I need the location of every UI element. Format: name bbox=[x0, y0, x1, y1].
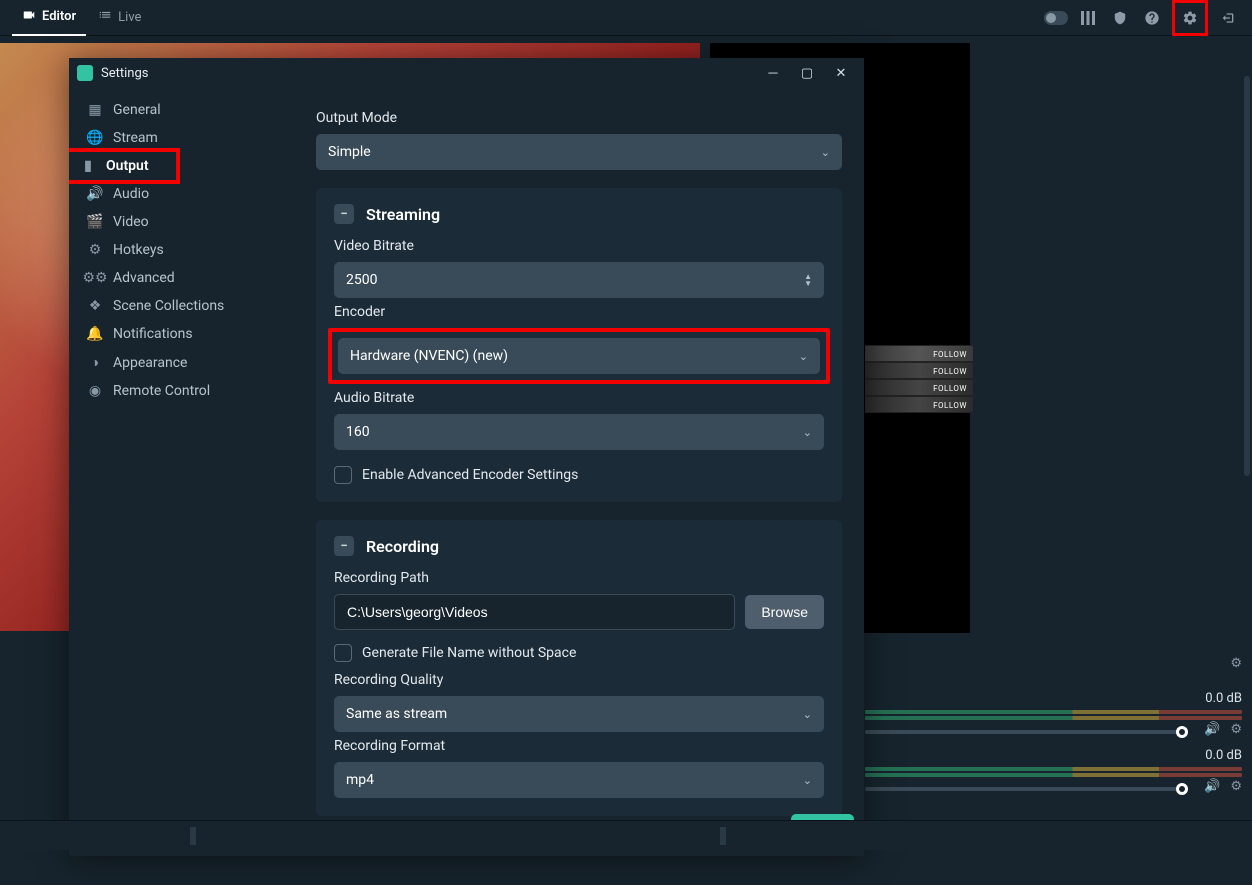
channel-gear-icon[interactable]: ⚙ bbox=[1230, 722, 1242, 737]
audio-meter bbox=[865, 716, 1242, 720]
browse-button[interactable]: Browse bbox=[745, 595, 824, 629]
chevron-down-icon: ⌄ bbox=[799, 350, 808, 363]
video-bitrate-label: Video Bitrate bbox=[334, 238, 824, 254]
sidebar-item-video[interactable]: 🎬Video bbox=[69, 208, 294, 236]
divider-handle[interactable] bbox=[190, 827, 196, 845]
sidebar-item-general[interactable]: ▦General bbox=[69, 96, 294, 124]
chevron-down-icon: ⌄ bbox=[803, 426, 812, 439]
speaker-icon[interactable]: 🔊 bbox=[1204, 722, 1220, 737]
db-value: 0.0 dB bbox=[865, 748, 1242, 763]
settings-content: Output Mode Simple ⌄ − Streaming Video B… bbox=[294, 88, 864, 856]
mixer-channel: 0.0 dB 🔊 ⚙ bbox=[865, 691, 1242, 734]
spinner-icon[interactable]: ▲▼ bbox=[804, 273, 812, 287]
recording-quality-label: Recording Quality bbox=[334, 672, 824, 688]
columns-icon[interactable] bbox=[1076, 6, 1100, 30]
logout-icon[interactable] bbox=[1216, 6, 1240, 30]
encoder-select[interactable]: Hardware (NVENC) (new) ⌄ bbox=[338, 338, 820, 374]
tab-live[interactable]: Live bbox=[88, 0, 151, 36]
output-icon: ▮ bbox=[80, 158, 96, 174]
filename-nospace-label: Generate File Name without Space bbox=[362, 645, 576, 661]
settings-dialog: Settings ─ ▢ ✕ ▦General 🌐Stream ▮Output … bbox=[69, 58, 864, 856]
sidebar-item-hotkeys[interactable]: ⚙Hotkeys bbox=[69, 236, 294, 264]
collapse-button[interactable]: − bbox=[334, 204, 354, 224]
chevron-down-icon: ⌄ bbox=[803, 708, 812, 721]
sidebar-item-remote-control[interactable]: ◉Remote Control bbox=[69, 377, 294, 405]
recording-path-input[interactable] bbox=[334, 594, 735, 630]
follow-overlay: FOLLOW FOLLOW FOLLOW FOLLOW bbox=[865, 345, 973, 413]
help-icon[interactable] bbox=[1140, 6, 1164, 30]
video-bitrate-input[interactable]: 2500 ▲▼ bbox=[334, 262, 824, 298]
tab-editor[interactable]: Editor bbox=[12, 0, 86, 36]
audio-bitrate-label: Audio Bitrate bbox=[334, 390, 824, 406]
advanced-encoder-label: Enable Advanced Encoder Settings bbox=[362, 467, 578, 483]
video-icon: 🎬 bbox=[87, 214, 103, 230]
appearance-icon: ◑ bbox=[87, 354, 103, 371]
mixer-gear-icon[interactable]: ⚙ bbox=[1230, 656, 1242, 671]
audio-meter bbox=[865, 710, 1242, 714]
shield-icon[interactable] bbox=[1108, 6, 1132, 30]
chevron-down-icon: ⌄ bbox=[821, 146, 830, 159]
app-icon bbox=[77, 65, 93, 81]
sidebar-item-scene-collections[interactable]: ❖Scene Collections bbox=[69, 292, 294, 320]
db-value: 0.0 dB bbox=[865, 691, 1242, 706]
recording-path-label: Recording Path bbox=[334, 570, 824, 586]
gear-icon: ⚙ bbox=[87, 242, 103, 258]
panel-title: Recording bbox=[366, 537, 439, 556]
recording-format-select[interactable]: mp4 ⌄ bbox=[334, 762, 824, 798]
sidebar-item-audio[interactable]: 🔊Audio bbox=[69, 180, 294, 208]
channel-gear-icon[interactable]: ⚙ bbox=[1230, 779, 1242, 794]
speaker-icon: 🔊 bbox=[87, 186, 103, 202]
audio-bitrate-select[interactable]: 160 ⌄ bbox=[334, 414, 824, 450]
minimize-icon[interactable]: ─ bbox=[758, 61, 788, 85]
sidebar-item-notifications[interactable]: 🔔Notifications bbox=[69, 320, 294, 348]
sidebar-item-appearance[interactable]: ◑Appearance bbox=[69, 348, 294, 377]
follow-row: FOLLOW bbox=[865, 362, 973, 379]
filename-nospace-checkbox[interactable] bbox=[334, 644, 352, 662]
recording-panel: − Recording Recording Path Browse Genera… bbox=[316, 520, 842, 816]
toggle-icon[interactable] bbox=[1044, 6, 1068, 30]
bottom-divider bbox=[0, 820, 1252, 850]
mixer-channel: 0.0 dB 🔊 ⚙ bbox=[865, 748, 1242, 791]
scrollbar[interactable] bbox=[1244, 76, 1250, 476]
dialog-titlebar: Settings ─ ▢ ✕ bbox=[69, 58, 864, 88]
output-mode-select[interactable]: Simple ⌄ bbox=[316, 134, 842, 170]
sidebar-item-advanced[interactable]: ⚙⚙Advanced bbox=[69, 264, 294, 292]
collapse-button[interactable]: − bbox=[334, 536, 354, 556]
globe-icon: 🌐 bbox=[87, 130, 103, 146]
output-mode-label: Output Mode bbox=[316, 110, 842, 126]
chevron-down-icon: ⌄ bbox=[803, 774, 812, 787]
volume-slider[interactable] bbox=[865, 730, 1182, 734]
bell-icon: 🔔 bbox=[87, 326, 103, 342]
panel-title: Streaming bbox=[366, 205, 440, 224]
divider-handle[interactable] bbox=[720, 827, 726, 845]
tab-label: Live bbox=[118, 10, 141, 25]
volume-slider[interactable] bbox=[865, 787, 1182, 791]
tab-label: Editor bbox=[42, 9, 76, 24]
follow-row: FOLLOW bbox=[865, 396, 973, 413]
dialog-title: Settings bbox=[101, 66, 148, 81]
grid-icon: ▦ bbox=[87, 102, 103, 118]
audio-meter bbox=[865, 767, 1242, 771]
top-bar: Editor Live bbox=[0, 0, 1252, 36]
camera-icon bbox=[22, 8, 36, 26]
settings-sidebar: ▦General 🌐Stream ▮Output 🔊Audio 🎬Video ⚙… bbox=[69, 88, 294, 856]
speaker-icon[interactable]: 🔊 bbox=[1204, 779, 1220, 794]
maximize-icon[interactable]: ▢ bbox=[792, 61, 822, 85]
cogs-icon: ⚙⚙ bbox=[87, 270, 103, 286]
follow-row: FOLLOW bbox=[865, 345, 973, 362]
recording-quality-select[interactable]: Same as stream ⌄ bbox=[334, 696, 824, 732]
streaming-panel: − Streaming Video Bitrate 2500 ▲▼ Encode… bbox=[316, 188, 842, 502]
close-icon[interactable]: ✕ bbox=[826, 61, 856, 85]
advanced-encoder-checkbox[interactable] bbox=[334, 466, 352, 484]
list-icon bbox=[98, 9, 112, 27]
follow-row: FOLLOW bbox=[865, 379, 973, 396]
recording-format-label: Recording Format bbox=[334, 738, 824, 754]
layers-icon: ❖ bbox=[87, 298, 103, 314]
sidebar-item-output[interactable]: ▮Output bbox=[69, 148, 180, 184]
settings-gear-icon[interactable] bbox=[1172, 0, 1208, 36]
remote-icon: ◉ bbox=[87, 383, 103, 399]
encoder-highlight: Hardware (NVENC) (new) ⌄ bbox=[328, 328, 830, 384]
encoder-label: Encoder bbox=[334, 304, 824, 320]
audio-meter bbox=[865, 773, 1242, 777]
